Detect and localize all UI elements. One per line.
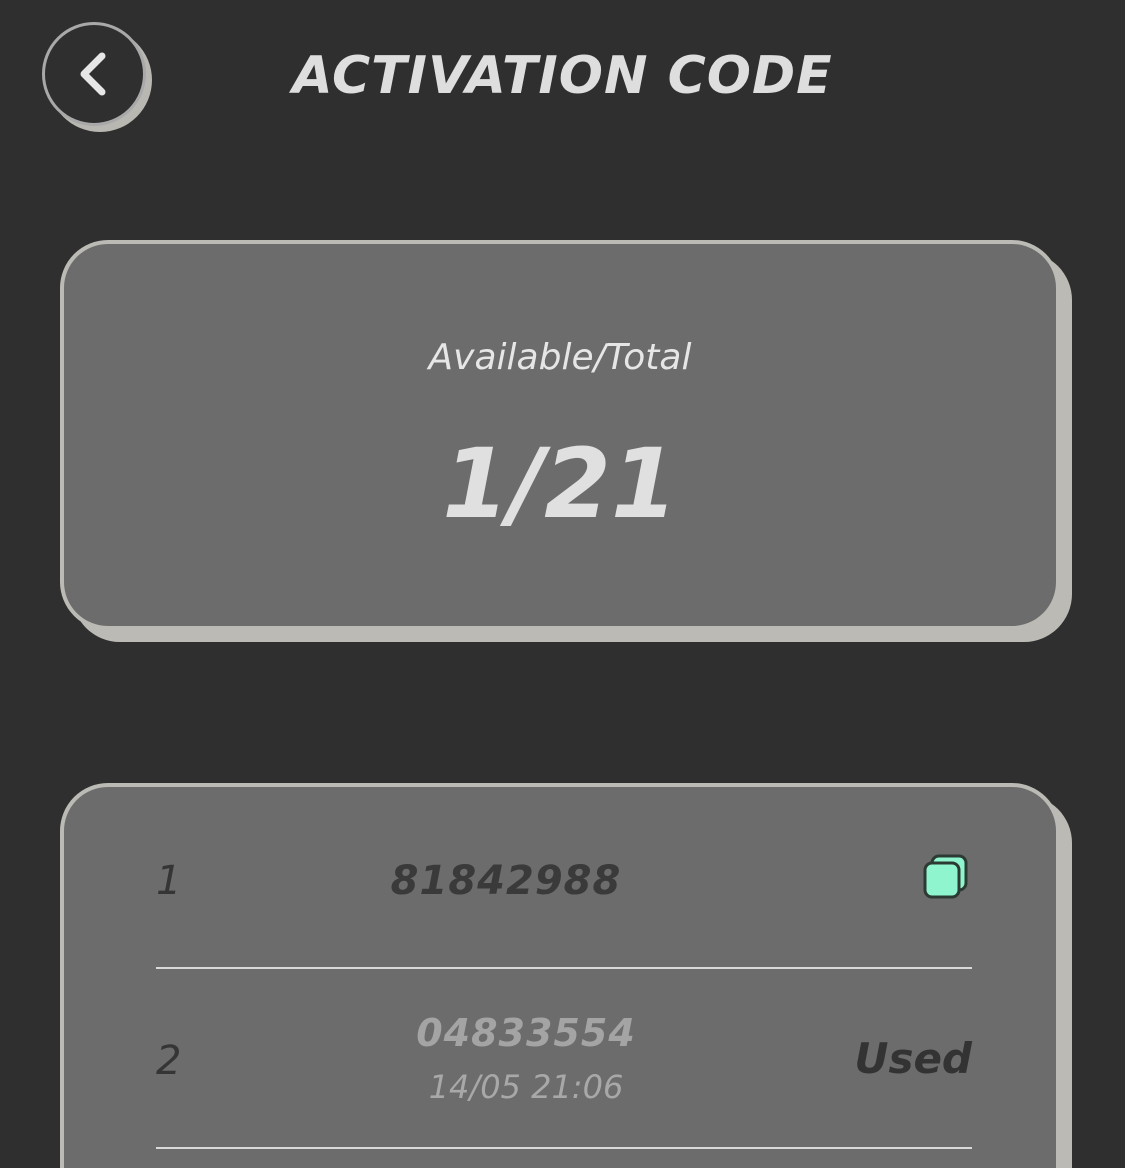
page-title: ACTIVATION CODE <box>292 46 833 106</box>
summary-value: 1/21 <box>442 428 678 540</box>
codes-list-card: 1 81842988 2 04833554 14/05 21:06 Used <box>60 783 1060 1168</box>
code-row: 1 81842988 <box>156 787 972 969</box>
used-timestamp: 14/05 21:06 <box>428 1068 624 1106</box>
activation-code[interactable]: 81842988 <box>306 857 706 905</box>
row-index: 1 <box>156 858 182 904</box>
copy-button[interactable] <box>922 853 972 903</box>
summary-label: Available/Total <box>428 337 692 378</box>
copy-icon <box>923 854 968 899</box>
summary-card: Available/Total 1/21 <box>60 240 1060 630</box>
activation-code-screen: ACTIVATION CODE Available/Total 1/21 1 8… <box>0 0 1125 1168</box>
code-row: 2 04833554 14/05 21:06 Used <box>156 969 972 1149</box>
used-activation-code: 04833554 <box>416 1011 636 1055</box>
status-used-label: Used <box>854 1034 972 1083</box>
row-index: 2 <box>156 1038 182 1084</box>
